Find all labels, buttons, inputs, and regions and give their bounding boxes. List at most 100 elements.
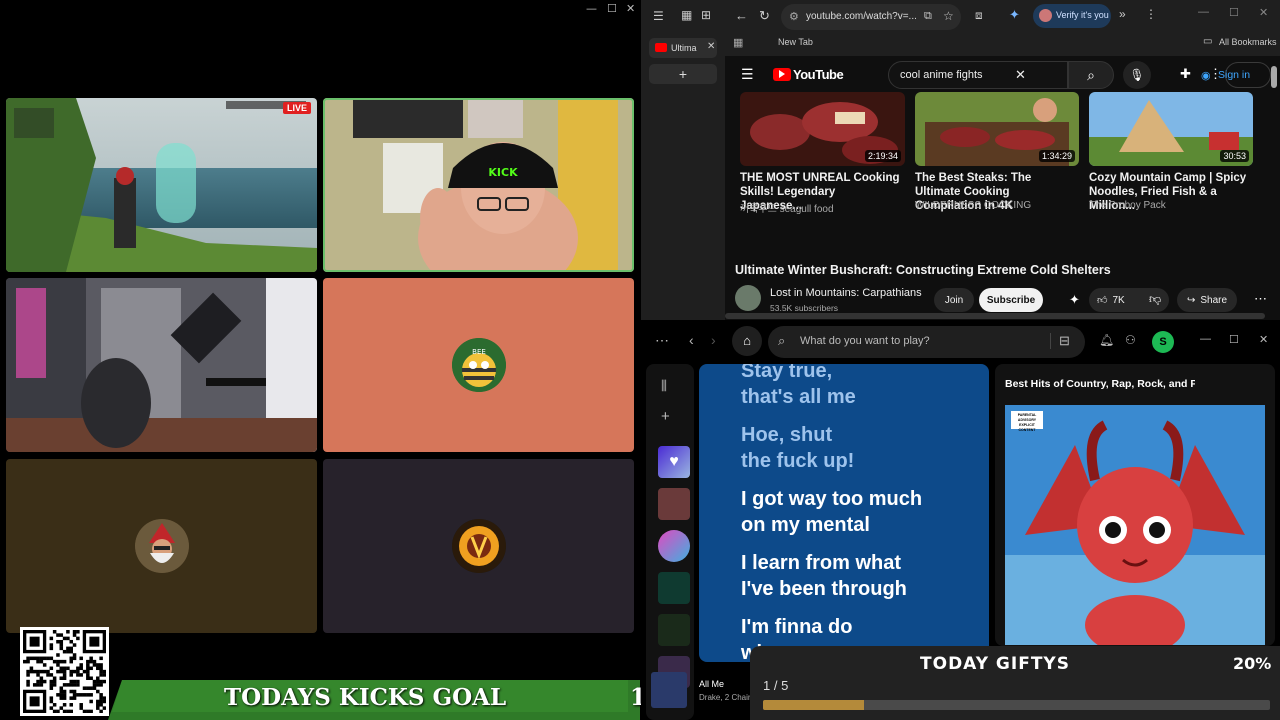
duration: 1:34:29 — [1038, 150, 1075, 162]
clear-search-icon[interactable]: ✕ — [1015, 67, 1026, 83]
yt-search-input[interactable]: cool anime fights ✕ — [888, 61, 1068, 89]
participant-tile-game[interactable]: LIVE — [6, 98, 317, 272]
browser-minimize[interactable]: — — [1198, 6, 1209, 18]
new-tab-button[interactable]: + — [649, 64, 717, 84]
notifications-icon[interactable]: 🔔︎ — [1099, 333, 1114, 347]
page-scrollbar[interactable] — [1271, 66, 1277, 88]
share-label: Share — [1200, 294, 1228, 306]
now-playing-artist[interactable]: Drake, 2 Chain — [699, 693, 752, 702]
participant-tile-avatar-3[interactable] — [323, 459, 634, 633]
close-button[interactable]: ✕ — [626, 2, 635, 15]
participant-tile-avatar-1[interactable]: BEE — [323, 278, 634, 452]
install-icon[interactable]: ⧉ — [924, 10, 932, 23]
yt-menu-icon[interactable]: ☰ — [741, 66, 754, 83]
now-playing-title[interactable]: All Me — [699, 679, 724, 689]
friends-icon[interactable]: ⚇ — [1125, 333, 1136, 347]
album-art: PARENTAL ADVISORY EXPLICIT CONTENT — [1005, 405, 1265, 645]
channel-avatar[interactable] — [735, 285, 761, 311]
library-sidebar: ⫼ + ♥ — [646, 364, 694, 720]
playlist-thumb-2[interactable] — [658, 530, 690, 562]
home-icon[interactable]: ⌂ — [732, 326, 762, 356]
apps-icon[interactable]: ▦ — [733, 36, 743, 49]
sign-in-label: Sign in — [1218, 69, 1251, 81]
playlist-thumb-3[interactable] — [658, 572, 690, 604]
gemini-icon[interactable]: ✦ — [1009, 7, 1020, 23]
sign-in-button[interactable]: ◉ Sign in — [1201, 62, 1271, 88]
spotify-menu-icon[interactable]: ⋯ — [655, 332, 669, 349]
thumbs-up-icon: 👍︎ — [1097, 295, 1108, 306]
lyric-line[interactable]: Hoe, shut the fuck up! — [741, 422, 981, 474]
verify-button[interactable]: Verify it's you — [1033, 4, 1111, 28]
hype-icon[interactable]: ✦ — [1069, 292, 1080, 308]
now-playing-cover[interactable] — [651, 672, 687, 708]
participant-tile-room[interactable] — [6, 278, 317, 452]
maximize-button[interactable]: ☐ — [607, 2, 617, 15]
video-thumb-2[interactable]: 1:34:29 — [915, 92, 1079, 166]
gnome-avatar — [134, 519, 189, 573]
video-thumb-3[interactable]: 30:53 — [1089, 92, 1253, 166]
subscriber-count: 53.5K subscribers — [770, 303, 839, 313]
bookmark-star-icon[interactable]: ☆ — [943, 9, 954, 23]
spotify-forward-icon[interactable]: › — [711, 332, 716, 348]
like-count: 7K — [1112, 294, 1125, 306]
playlist-thumb-4[interactable] — [658, 614, 690, 646]
more-actions-icon[interactable]: ⋯ — [1254, 291, 1267, 307]
video-call-window: — ☐ ✕ LIVE KICK BEE — [0, 0, 640, 720]
back-icon[interactable]: ← — [735, 8, 748, 23]
spotify-close[interactable]: ✕ — [1259, 333, 1268, 346]
share-button[interactable]: ↪ Share — [1177, 288, 1237, 312]
site-info-icon[interactable]: ⚙ — [789, 10, 799, 23]
create-icon[interactable]: ✚ — [1180, 66, 1191, 82]
browser-close[interactable]: ✕ — [1259, 6, 1268, 19]
bookmark-new-tab[interactable]: New Tab — [778, 37, 813, 47]
lyric-line[interactable]: I learn from what I've been through — [741, 550, 981, 602]
spotify-search-icon: ⌕ — [778, 333, 786, 348]
yt-play-icon — [779, 70, 785, 78]
gifts-goal-widget: TODAY GIFTYS 20% 1 / 5 — [750, 646, 1280, 720]
voice-search-icon[interactable]: 🎙︎ — [1123, 61, 1151, 89]
game-scene-image — [6, 98, 317, 272]
lyric-line[interactable]: I got way too much on my mental — [741, 486, 981, 538]
minimize-button[interactable]: — — [586, 2, 597, 15]
more-tools-icon[interactable]: » — [1119, 7, 1126, 21]
subscribe-button[interactable]: Subscribe — [979, 288, 1043, 312]
browser-maximize[interactable]: ☐ — [1229, 6, 1239, 19]
spotify-maximize[interactable]: ☐ — [1229, 333, 1239, 346]
thumbs-down-icon[interactable]: 👎︎ — [1149, 292, 1161, 307]
playlist-thumb-1[interactable] — [658, 488, 690, 520]
library-icon[interactable]: ⫼ — [661, 378, 667, 394]
qr-code — [20, 627, 109, 716]
liked-songs-icon[interactable]: ♥ — [658, 446, 690, 478]
video-channel-3[interactable]: The Proboy Pack — [1089, 200, 1166, 211]
menu-icon[interactable]: ⋮ — [1145, 7, 1157, 21]
tab-ultimate[interactable]: Ultima ✕ — [649, 38, 717, 58]
bee-avatar: BEE — [451, 338, 506, 392]
tab-grid-icon[interactable]: ▦ — [681, 8, 692, 22]
join-button[interactable]: Join — [934, 288, 974, 312]
spotify-back-icon[interactable]: ‹ — [689, 332, 694, 348]
user-avatar[interactable]: S — [1152, 331, 1174, 353]
video-channel-1[interactable]: 끼룩푸드 seagull food — [740, 200, 834, 215]
playlist-title: Best Hits of Country, Rap, Rock, and Po — [1005, 378, 1195, 390]
spotify-search-input[interactable]: ⌕ What do you want to play? ⊟ — [768, 326, 1085, 358]
all-bookmarks[interactable]: All Bookmarks — [1219, 37, 1277, 47]
reload-icon[interactable]: ↻ — [759, 8, 770, 24]
video-channel-2[interactable]: WILDERNESS COOKING — [915, 200, 1031, 211]
browse-icon[interactable]: ⊟ — [1050, 333, 1070, 349]
tab-search-icon[interactable]: ⊞ — [701, 8, 711, 22]
channel-name[interactable]: Lost in Mountains: Carpathians — [770, 287, 922, 299]
video-thumb-1[interactable]: 2:19:34 — [740, 92, 905, 166]
flame-avatar — [451, 519, 506, 573]
sidebar-toggle-icon[interactable]: ☰ — [653, 9, 664, 23]
spotify-minimize[interactable]: — — [1200, 333, 1211, 345]
extensions-icon[interactable]: ⧈ — [975, 8, 983, 23]
gifts-title: TODAY GIFTYS — [920, 654, 1070, 674]
create-playlist-icon[interactable]: + — [661, 408, 670, 425]
address-bar[interactable]: ⚙ youtube.com/watch?v=... ⧉ ☆ — [781, 4, 961, 30]
tab-close-icon[interactable]: ✕ — [707, 41, 715, 52]
participant-tile-avatar-2[interactable] — [6, 459, 317, 633]
participant-tile-webcam[interactable]: KICK — [323, 98, 634, 272]
lyric-line[interactable]: Stay true, that's all me — [741, 364, 981, 410]
horizontal-scrollbar[interactable] — [725, 313, 1265, 319]
yt-search-button[interactable]: ⌕ — [1068, 61, 1114, 89]
